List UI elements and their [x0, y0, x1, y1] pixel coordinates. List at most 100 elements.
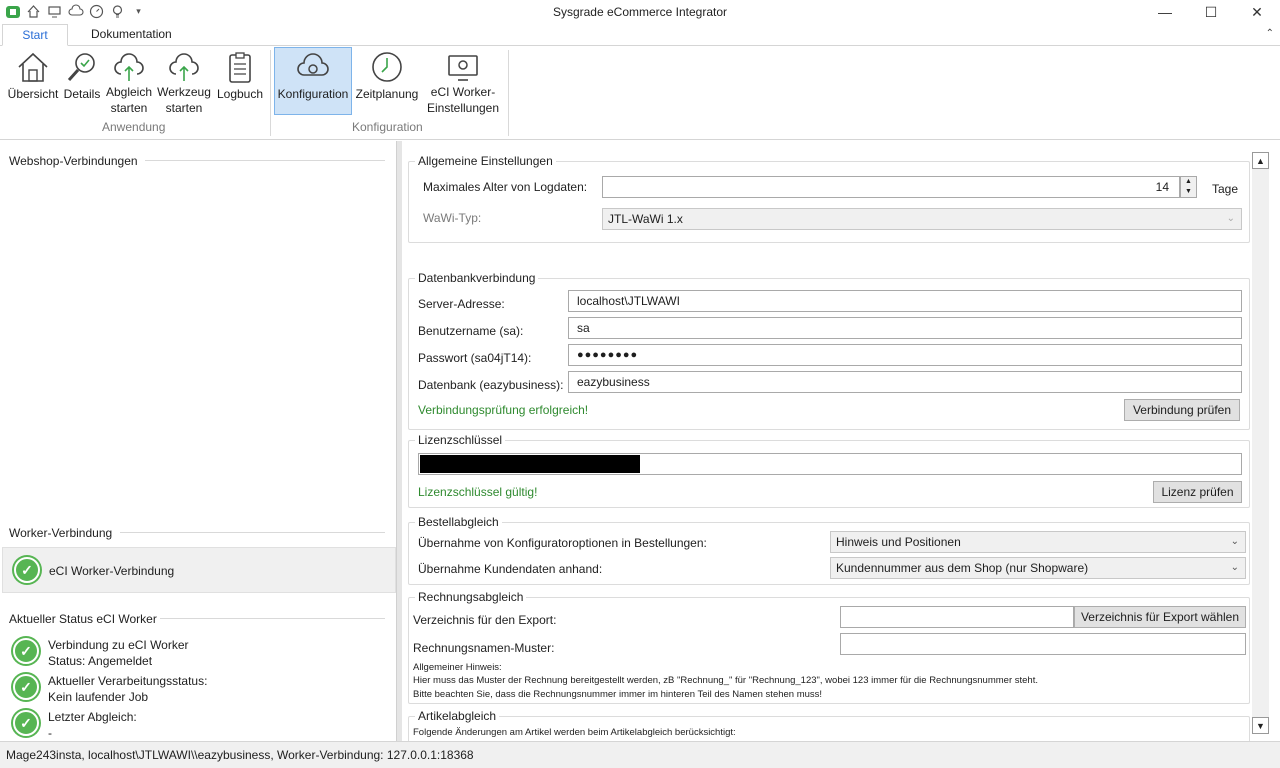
- max-log-age-unit: Tage: [1212, 182, 1239, 196]
- status-text: Verbindung zu eCI Worker: [48, 638, 189, 652]
- hint-text: Bitte beachten Sie, dass die Rechnungsnu…: [413, 689, 823, 700]
- chevron-down-icon: ⌄: [1226, 213, 1235, 224]
- hint-title: Allgemeiner Hinweis:: [413, 662, 502, 673]
- ribbon-button-abgleich-starten[interactable]: Abgleich starten: [104, 48, 154, 116]
- ribbon-label: Konfiguration: [277, 87, 349, 101]
- ribbon-label: Werkzeug starten: [157, 85, 211, 115]
- export-directory-label: Verzeichnis für den Export:: [413, 613, 557, 627]
- status-last-sync: Letzter Abgleich: -: [48, 709, 137, 741]
- monitor-gear-icon: [448, 55, 478, 81]
- configurator-options-value: Hinweis und Positionen: [836, 535, 961, 549]
- max-log-age-label: Maximales Alter von Logdaten:: [423, 180, 588, 194]
- collapse-ribbon-icon[interactable]: ⌃: [1266, 28, 1274, 39]
- clock-icon: [372, 52, 402, 82]
- wawi-type-select[interactable]: JTL-WaWi 1.x ⌄: [602, 208, 1242, 230]
- worker-connection-header: Worker-Verbindung: [9, 526, 113, 540]
- check-icon: ✓: [12, 555, 42, 585]
- divider: [120, 532, 385, 533]
- export-directory-input[interactable]: [840, 606, 1074, 628]
- window-title: Sysgrade eCommerce Integrator: [552, 5, 728, 19]
- max-log-age-input[interactable]: 14: [602, 176, 1180, 198]
- vertical-scrollbar[interactable]: ▲ ▼: [1252, 152, 1269, 734]
- ribbon-button-logbuch[interactable]: Logbuch: [214, 48, 266, 116]
- left-panel: Webshop-Verbindungen Worker-Verbindung ✓…: [0, 141, 396, 741]
- ribbon-button-details[interactable]: Details: [62, 48, 102, 116]
- check-icon: ✓: [11, 672, 41, 702]
- group-label-anwendung: Anwendung: [102, 120, 166, 134]
- article-sync-text: Folgende Änderungen am Artikel werden be…: [413, 727, 736, 738]
- status-text: -: [48, 726, 52, 740]
- ribbon-button-konfiguration[interactable]: Konfiguration: [274, 47, 352, 115]
- scroll-down-icon[interactable]: ▼: [1252, 717, 1269, 734]
- group-title: Allgemeine Einstellungen: [415, 154, 556, 168]
- maximize-button[interactable]: ☐: [1188, 0, 1234, 24]
- worker-status-header: Aktueller Status eCI Worker: [9, 612, 157, 626]
- spinner-down-icon[interactable]: ▼: [1181, 187, 1196, 197]
- invoice-name-pattern-input[interactable]: [840, 633, 1246, 655]
- ribbon-label: Logbuch: [216, 87, 264, 101]
- ribbon-tabs: Start Dokumentation ⌃: [0, 24, 1280, 46]
- license-status-text: Lizenzschlüssel gültig!: [418, 485, 538, 499]
- group-title: Artikelabgleich: [415, 709, 500, 723]
- ribbon-button-zeitplanung[interactable]: Zeitplanung: [354, 48, 420, 116]
- ribbon-label: Details: [63, 87, 101, 101]
- group-label-konfiguration: Konfiguration: [352, 120, 423, 134]
- customer-data-select[interactable]: Kundennummer aus dem Shop (nur Shopware)…: [830, 557, 1246, 579]
- username-label: Benutzername (sa):: [418, 324, 524, 338]
- database-name-input[interactable]: eazybusiness: [568, 371, 1242, 393]
- hint-text: Hier muss das Muster der Rechnung bereit…: [413, 675, 1038, 686]
- max-log-age-spinner[interactable]: ▲ ▼: [1180, 176, 1197, 198]
- webshop-connections-header: Webshop-Verbindungen: [9, 154, 138, 168]
- group-title: Rechnungsabgleich: [415, 590, 527, 604]
- ribbon-label: eCI Worker- Einstellungen: [426, 85, 500, 115]
- invoice-name-pattern-label: Rechnungsnamen-Muster:: [413, 641, 555, 655]
- divider: [160, 618, 385, 619]
- server-address-input[interactable]: localhost\JTLWAWI: [568, 290, 1242, 312]
- scroll-up-icon[interactable]: ▲: [1252, 152, 1269, 169]
- password-input[interactable]: ●●●●●●●●: [568, 344, 1242, 366]
- customer-data-label: Übernahme Kundendaten anhand:: [418, 562, 603, 576]
- ribbon-label: Zeitplanung: [355, 87, 419, 101]
- cloud-tool-icon: [169, 53, 199, 81]
- group-title: Datenbankverbindung: [415, 271, 539, 285]
- connection-status-text: Verbindungsprüfung erfolgreich!: [418, 403, 589, 417]
- group-separator: [270, 50, 271, 136]
- chevron-down-icon: ⌄: [1230, 536, 1239, 547]
- chevron-down-icon: ⌄: [1230, 562, 1239, 573]
- database-name-label: Datenbank (eazybusiness):: [418, 378, 564, 392]
- ribbon-label: Abgleich starten: [105, 85, 153, 115]
- ribbon-button-uebersicht[interactable]: Übersicht: [6, 48, 60, 116]
- license-key-input[interactable]: [418, 453, 1242, 475]
- clipboard-icon: [229, 52, 251, 83]
- choose-export-directory-button[interactable]: Verzeichnis für Export wählen: [1074, 606, 1246, 628]
- worker-connection-label: eCI Worker-Verbindung: [49, 564, 175, 578]
- status-text: Aktueller Verarbeitungsstatus:: [48, 674, 208, 688]
- worker-connection-item[interactable]: ✓ eCI Worker-Verbindung: [2, 547, 396, 593]
- configurator-options-select[interactable]: Hinweis und Positionen ⌄: [830, 531, 1246, 553]
- tab-start[interactable]: Start: [2, 24, 68, 46]
- cloud-sync-icon: [114, 53, 144, 81]
- server-address-label: Server-Adresse:: [418, 297, 505, 311]
- house-icon: [18, 52, 48, 82]
- ribbon-button-werkzeug-starten[interactable]: Werkzeug starten: [156, 48, 212, 116]
- username-input[interactable]: sa: [568, 317, 1242, 339]
- group-title: Lizenzschlüssel: [415, 433, 506, 447]
- title-bar: ▾ Sysgrade eCommerce Integrator — ☐ ✕: [0, 0, 1280, 24]
- general-settings-group: Allgemeine Einstellungen: [408, 154, 1250, 243]
- password-label: Passwort (sa04jT14):: [418, 351, 532, 365]
- configurator-options-label: Übernahme von Konfiguratoroptionen in Be…: [418, 536, 707, 550]
- status-bar: Mage243insta, localhost\JTLWAWI\\eazybus…: [0, 741, 1280, 768]
- redacted-license-key: [420, 455, 640, 473]
- ribbon: Übersicht Details Abgleich starten Werkz…: [0, 46, 1280, 140]
- minimize-button[interactable]: —: [1142, 0, 1188, 24]
- check-license-button[interactable]: Lizenz prüfen: [1153, 481, 1242, 503]
- ribbon-label: Übersicht: [7, 87, 59, 101]
- status-text: Status: Angemeldet: [48, 654, 153, 668]
- check-icon: ✓: [11, 636, 41, 666]
- ribbon-button-eci-worker-einstellungen[interactable]: eCI Worker- Einstellungen: [424, 48, 502, 116]
- group-title: Bestellabgleich: [415, 515, 502, 529]
- tab-dokumentation[interactable]: Dokumentation: [79, 24, 184, 46]
- check-connection-button[interactable]: Verbindung prüfen: [1124, 399, 1240, 421]
- spinner-up-icon[interactable]: ▲: [1181, 177, 1196, 187]
- close-button[interactable]: ✕: [1234, 0, 1280, 24]
